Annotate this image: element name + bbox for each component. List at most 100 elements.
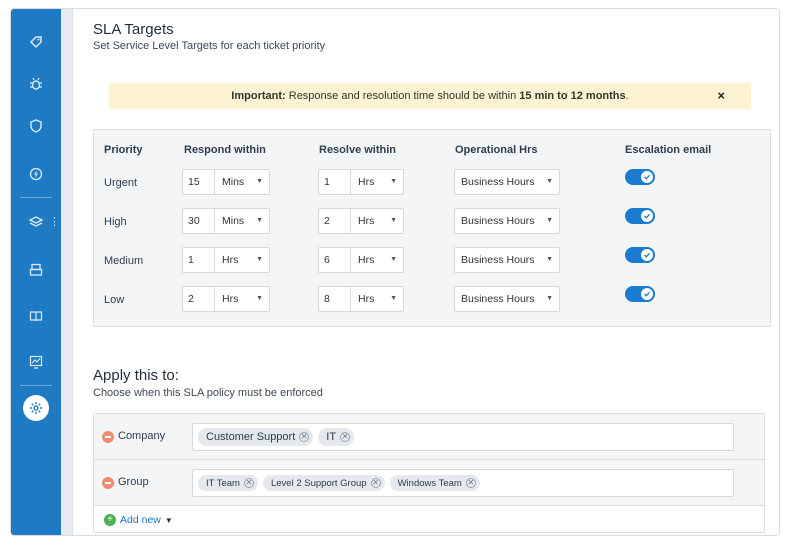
escalation-toggle[interactable] [625, 208, 655, 224]
chevron-down-icon: ▼ [256, 256, 263, 263]
priority-label: High [104, 216, 127, 228]
shield-icon[interactable] [11, 109, 61, 143]
remove-tag-icon[interactable]: ✕ [243, 478, 254, 488]
banner-lead: Important: [231, 90, 286, 102]
tag-label: Customer Support [206, 431, 296, 443]
respond-value-input[interactable]: 15 [183, 170, 215, 194]
chevron-down-icon: ▼ [546, 217, 553, 224]
tag-label: IT [326, 431, 337, 443]
condition-label: Company [118, 430, 166, 442]
escalation-toggle[interactable] [625, 286, 655, 302]
sidebar-item-settings[interactable] [11, 391, 61, 425]
condition-row-company: Company Customer Support ✕ IT ✕ [94, 414, 764, 460]
tag-windows-team: Windows Team ✕ [389, 475, 480, 491]
remove-tag-icon[interactable]: ✕ [340, 432, 351, 442]
resolve-unit-select[interactable]: Hrs ▼ [351, 248, 403, 272]
chevron-down-icon: ▼ [546, 256, 553, 263]
column-header-priority: Priority [104, 144, 143, 156]
respond-value-input[interactable]: 30 [183, 209, 215, 233]
page-subtitle: Set Service Level Targets for each ticke… [93, 40, 326, 52]
resolve-unit-select[interactable]: Hrs ▼ [351, 209, 403, 233]
sla-table: Priority Respond within Resolve within O… [93, 129, 771, 327]
chevron-down-icon: ▼ [390, 178, 397, 185]
settings-icon[interactable] [23, 395, 49, 421]
operational-hours-select[interactable]: Business Hours ▼ [454, 247, 560, 273]
lightning-icon[interactable] [11, 157, 61, 191]
app-window: ⋮ SLA Targets Set Service Level Targets … [10, 8, 780, 536]
tag-label: IT Team [206, 477, 240, 489]
group-tag-input[interactable]: IT Team ✕ Level 2 Support Group ✕ Windows … [192, 469, 734, 497]
priority-label: Urgent [104, 177, 138, 189]
respond-within-field: 30 Mins ▼ [182, 208, 270, 234]
add-new-label: Add new [120, 514, 161, 526]
respond-value-input[interactable]: 1 [183, 248, 215, 272]
apply-section-title: Apply this to: [93, 367, 179, 384]
bug-icon[interactable] [11, 67, 61, 101]
remove-tag-icon[interactable]: ✕ [465, 478, 476, 488]
tag-label: Level 2 Support Group [270, 477, 367, 489]
resolve-unit-label: Hrs [358, 215, 375, 227]
caret-down-icon: ▼ [164, 515, 173, 525]
resolve-unit-select[interactable]: Hrs ▼ [351, 287, 403, 311]
tag-label: Windows Team [397, 477, 462, 489]
respond-within-field: 15 Mins ▼ [182, 169, 270, 195]
operational-hours-label: Business Hours [461, 176, 535, 188]
sidebar: ⋮ [11, 9, 61, 535]
banner-tail: . [625, 90, 629, 102]
resolve-value-input[interactable]: 2 [319, 209, 351, 233]
remove-icon[interactable] [102, 477, 114, 489]
chevron-down-icon: ▼ [256, 295, 263, 302]
resolve-unit-label: Hrs [358, 176, 375, 188]
resolve-unit-select[interactable]: Hrs ▼ [351, 170, 403, 194]
resolve-within-field: 1 Hrs ▼ [318, 169, 404, 195]
column-header-resolve: Resolve within [319, 144, 397, 156]
check-icon [641, 210, 653, 222]
resolve-within-field: 6 Hrs ▼ [318, 247, 404, 273]
respond-unit-select[interactable]: Mins ▼ [215, 209, 269, 233]
respond-unit-select[interactable]: Mins ▼ [215, 170, 269, 194]
escalation-toggle[interactable] [625, 247, 655, 263]
chevron-down-icon: ▼ [390, 295, 397, 302]
resolve-within-field: 2 Hrs ▼ [318, 208, 404, 234]
banner-text: Response and resolution time should be w… [285, 90, 520, 102]
remove-tag-icon[interactable]: ✕ [299, 432, 310, 442]
column-header-respond: Respond within [184, 144, 266, 156]
book-icon[interactable] [11, 299, 61, 333]
priority-label: Medium [104, 255, 144, 267]
resolve-value-input[interactable]: 6 [319, 248, 351, 272]
operational-hours-label: Business Hours [461, 254, 535, 266]
resolve-within-field: 8 Hrs ▼ [318, 286, 404, 312]
close-icon[interactable]: × [717, 88, 725, 103]
printer-icon[interactable] [11, 253, 61, 287]
respond-unit-label: Mins [222, 215, 245, 227]
tag-it: IT ✕ [318, 428, 355, 446]
respond-unit-select[interactable]: Hrs ▼ [215, 287, 269, 311]
chevron-down-icon: ▼ [390, 217, 397, 224]
operational-hours-select[interactable]: Business Hours ▼ [454, 169, 560, 195]
chart-icon[interactable] [11, 345, 61, 379]
add-new-button[interactable]: + Add new ▼ [104, 514, 173, 526]
chevron-down-icon: ▼ [546, 295, 553, 302]
remove-tag-icon[interactable]: ✕ [370, 478, 381, 488]
operational-hours-select[interactable]: Business Hours ▼ [454, 208, 560, 234]
more-icon[interactable]: ⋮ [49, 215, 60, 228]
resolve-value-input[interactable]: 8 [319, 287, 351, 311]
check-icon [641, 288, 653, 300]
apply-section-subtitle: Choose when this SLA policy must be enfo… [93, 387, 323, 399]
check-icon [641, 171, 653, 183]
resolve-value-input[interactable]: 1 [319, 170, 351, 194]
company-tag-input[interactable]: Customer Support ✕ IT ✕ [192, 423, 734, 451]
chevron-down-icon: ▼ [546, 178, 553, 185]
respond-unit-select[interactable]: Hrs ▼ [215, 248, 269, 272]
main-content: SLA Targets Set Service Level Targets fo… [73, 9, 779, 535]
escalation-toggle[interactable] [625, 169, 655, 185]
respond-value-input[interactable]: 2 [183, 287, 215, 311]
operational-hours-select[interactable]: Business Hours ▼ [454, 286, 560, 312]
resolve-unit-label: Hrs [358, 293, 375, 305]
column-header-hours: Operational Hrs [455, 144, 538, 156]
tag-icon[interactable] [11, 25, 61, 59]
remove-icon[interactable] [102, 431, 114, 443]
page-title: SLA Targets [93, 21, 174, 38]
sidebar-divider [20, 385, 52, 386]
operational-hours-label: Business Hours [461, 215, 535, 227]
